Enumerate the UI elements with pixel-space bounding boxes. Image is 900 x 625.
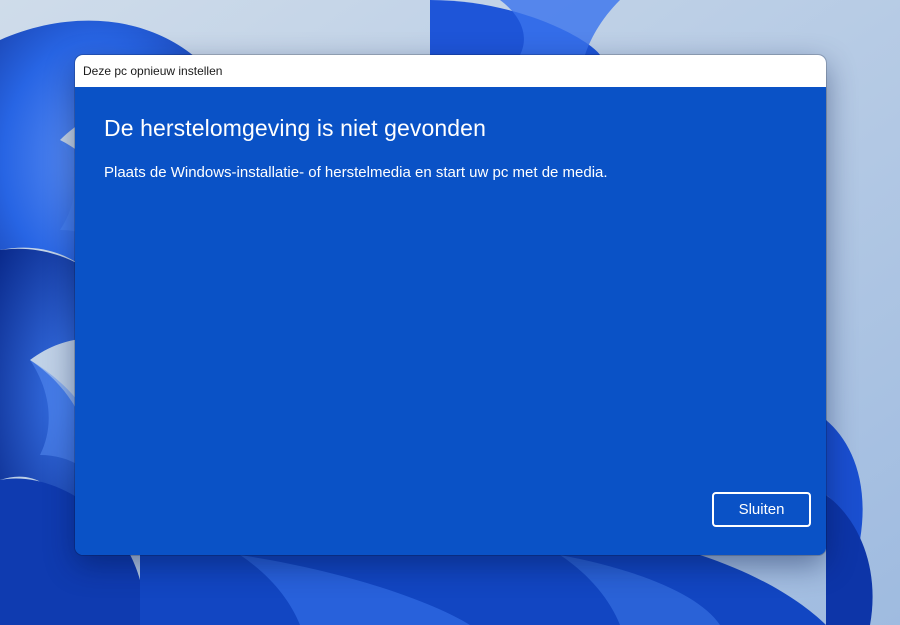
close-button[interactable]: Sluiten bbox=[712, 492, 811, 527]
dialog-heading: De herstelomgeving is niet gevonden bbox=[104, 115, 486, 141]
dialog-message: Plaats de Windows-installatie- of herste… bbox=[104, 164, 608, 181]
dialog-title: Deze pc opnieuw instellen bbox=[83, 64, 223, 78]
dialog-content: De herstelomgeving is niet gevonden Plaa… bbox=[75, 87, 826, 555]
reset-pc-dialog: Deze pc opnieuw instellen De herstelomge… bbox=[75, 55, 826, 555]
dialog-titlebar[interactable]: Deze pc opnieuw instellen bbox=[75, 55, 826, 87]
